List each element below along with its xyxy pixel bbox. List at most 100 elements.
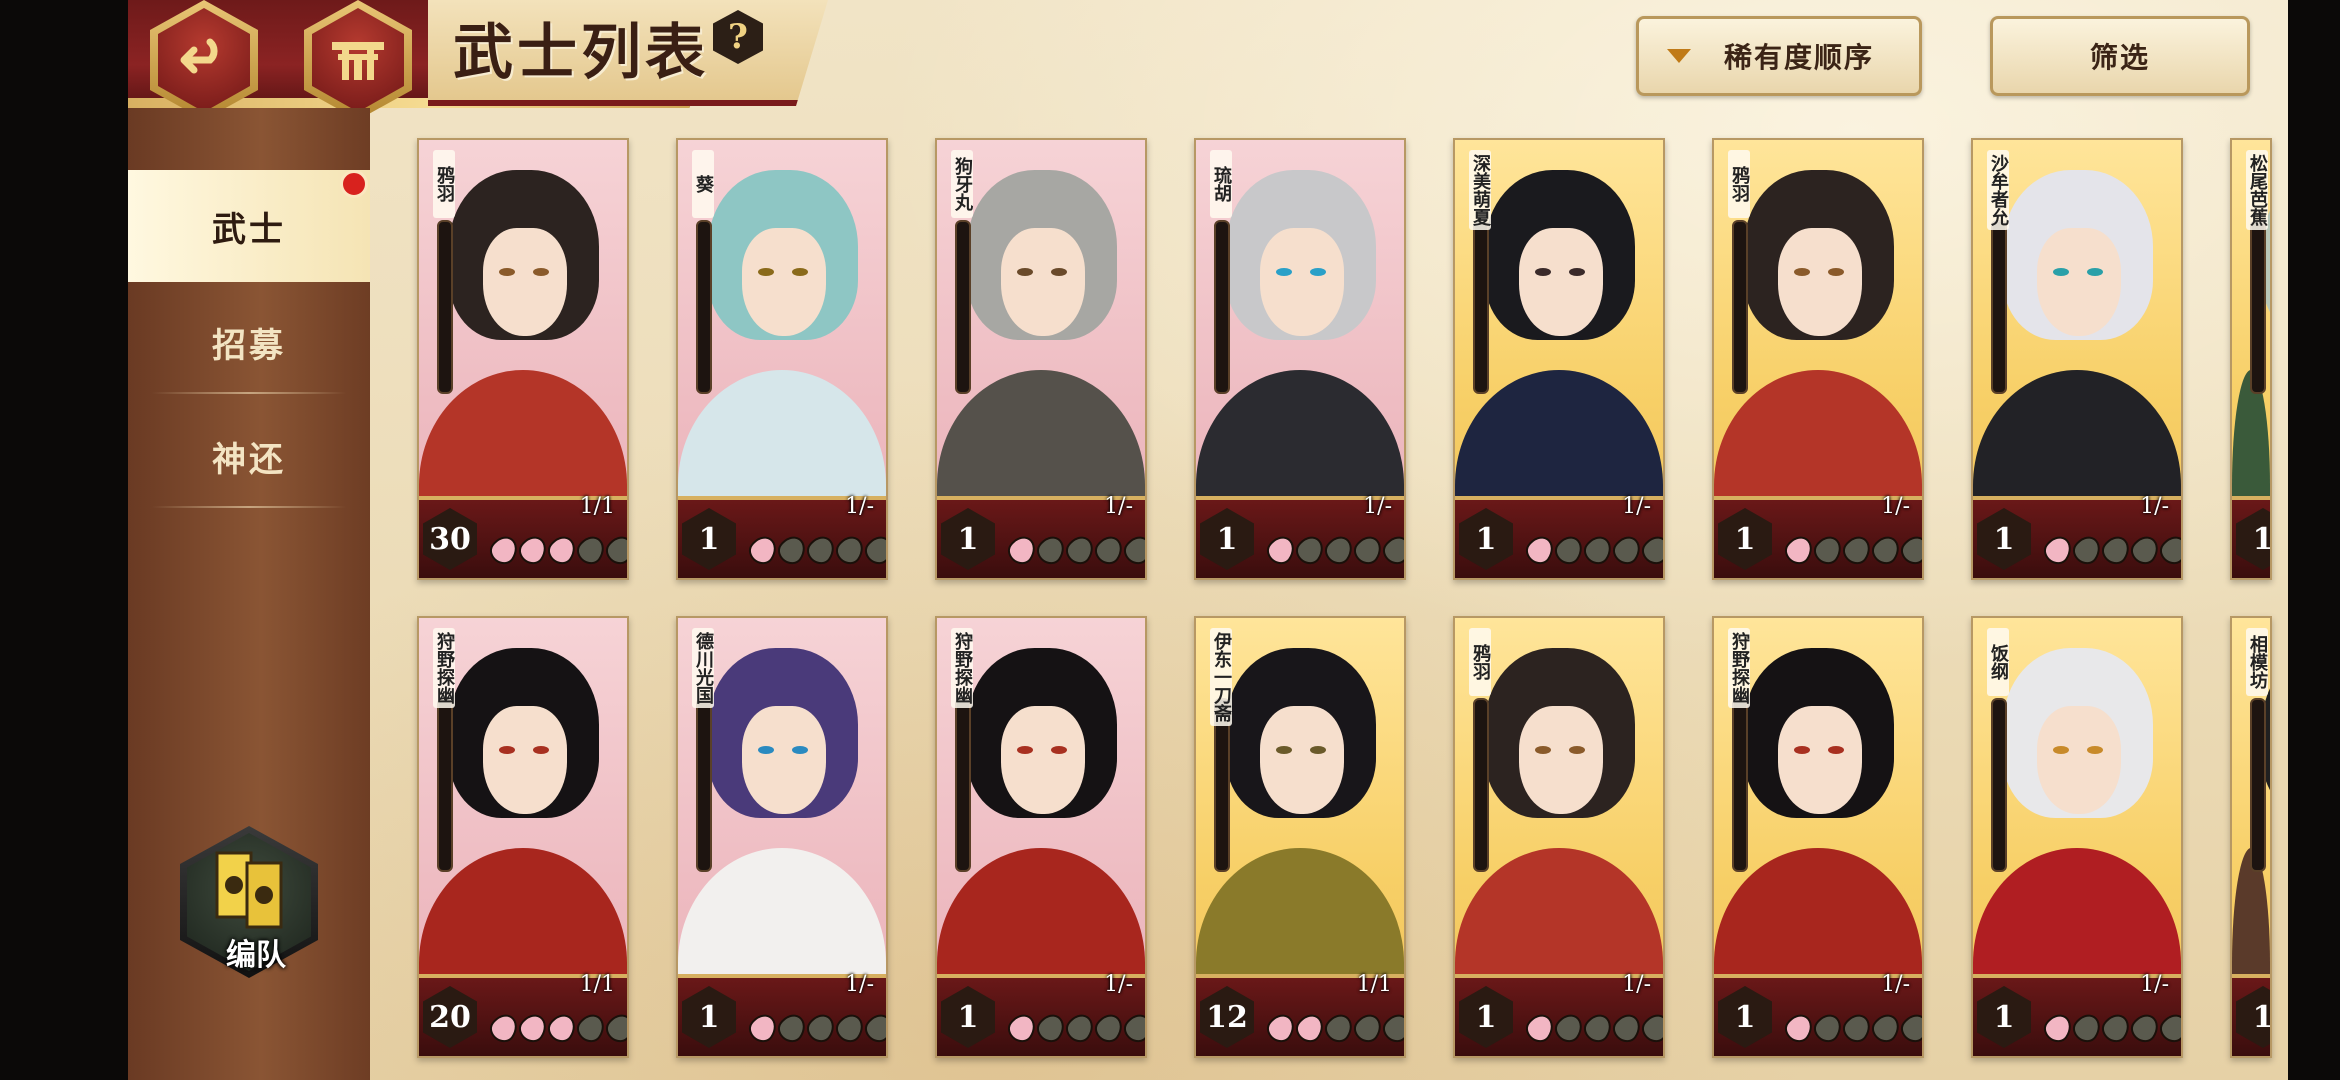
- rarity-petals: [485, 1009, 627, 1047]
- petal-icon: [802, 1009, 840, 1047]
- portrait-face: [742, 228, 826, 336]
- level-badge: 20: [423, 986, 477, 1048]
- samurai-card[interactable]: 狩野探幽 20 1/1: [417, 616, 629, 1058]
- torii-gate-icon: [332, 42, 384, 80]
- petal-icon: [802, 531, 840, 569]
- portrait-eye: [1017, 746, 1033, 754]
- petal-icon: [2155, 531, 2181, 569]
- page-title: 武士列表: [453, 18, 709, 88]
- samurai-card[interactable]: 伊东一刀斋 12 1/1: [1194, 616, 1406, 1058]
- sort-label: 稀有度顺序: [1723, 41, 1874, 74]
- portrait-eye: [1051, 268, 1067, 276]
- portrait-eye: [1569, 268, 1585, 276]
- samurai-card[interactable]: 鸦羽 30 1/1: [417, 138, 629, 580]
- petal-icon: [860, 1009, 886, 1047]
- rarity-petals: [1780, 531, 1922, 569]
- rarity-petals: [485, 531, 627, 569]
- bond-gauge: [1732, 220, 1748, 394]
- back-arrow-icon: [180, 38, 218, 74]
- portrait-eye: [1276, 746, 1292, 754]
- petal-icon: [2068, 531, 2106, 569]
- petal-icon: [2097, 531, 2135, 569]
- portrait-face: [2037, 228, 2121, 336]
- portrait-eye: [792, 746, 808, 754]
- tab-recruit[interactable]: 招募: [128, 286, 370, 398]
- portrait-eye: [1794, 268, 1810, 276]
- portrait-eye: [1828, 746, 1844, 754]
- portrait-eye: [1310, 268, 1326, 276]
- tab-return[interactable]: 神还: [128, 400, 370, 512]
- petal-icon: [1838, 531, 1876, 569]
- petal-icon: [744, 1009, 782, 1047]
- tab-samurai[interactable]: 武士: [128, 170, 370, 282]
- rarity-petals: [744, 531, 886, 569]
- portrait-eye: [1569, 746, 1585, 754]
- petal-icon: [572, 531, 610, 569]
- portrait-face: [1519, 228, 1603, 336]
- petal-icon: [860, 531, 886, 569]
- level-badge: 1: [2236, 508, 2270, 570]
- portrait-eye: [499, 268, 515, 276]
- petal-icon: [514, 1009, 552, 1047]
- petal-icon: [1608, 1009, 1646, 1047]
- filter-button[interactable]: 筛选: [1990, 16, 2250, 96]
- samurai-card[interactable]: 饭纲 1 1/-: [1971, 616, 2183, 1058]
- petal-icon: [1291, 1009, 1329, 1047]
- portrait-face: [2037, 706, 2121, 814]
- owned-count: 1/1: [579, 972, 615, 997]
- petal-icon: [1061, 1009, 1099, 1047]
- owned-count: 1/1: [1356, 972, 1392, 997]
- petal-icon: [1262, 1009, 1300, 1047]
- bond-gauge: [1214, 220, 1230, 394]
- samurai-card[interactable]: 葵 1 1/-: [676, 138, 888, 580]
- petal-icon: [1579, 531, 1617, 569]
- bond-gauge: [696, 220, 712, 394]
- level-badge: 1: [1459, 508, 1513, 570]
- petal-icon: [1780, 1009, 1818, 1047]
- portrait-face: [1519, 706, 1603, 814]
- rarity-petals: [1262, 531, 1404, 569]
- rarity-petals: [1003, 1009, 1145, 1047]
- samurai-card[interactable]: 狩野探幽 1 1/-: [1712, 616, 1924, 1058]
- samurai-card[interactable]: 松尾芭蕉 1: [2230, 138, 2272, 580]
- petal-icon: [1061, 531, 1099, 569]
- level-badge: 1: [1459, 986, 1513, 1048]
- team-label: 编队: [226, 938, 286, 973]
- petal-icon: [601, 531, 627, 569]
- owned-count: 1/-: [1881, 494, 1910, 519]
- samurai-card[interactable]: 沙牟者允 1 1/-: [1971, 138, 2183, 580]
- level-badge: 1: [941, 508, 995, 570]
- petal-icon: [1119, 531, 1145, 569]
- bond-gauge: [955, 698, 971, 872]
- portrait-eye: [2087, 746, 2103, 754]
- petal-icon: [1550, 531, 1588, 569]
- samurai-card[interactable]: 琉胡 1 1/-: [1194, 138, 1406, 580]
- petal-icon: [485, 1009, 523, 1047]
- samurai-card[interactable]: 相模坊 1: [2230, 616, 2272, 1058]
- petal-icon: [1003, 531, 1041, 569]
- tab-label: 武士: [212, 209, 286, 250]
- samurai-card[interactable]: 鸦羽 1 1/-: [1712, 138, 1924, 580]
- level-badge: 1: [1718, 986, 1772, 1048]
- petal-icon: [2155, 1009, 2181, 1047]
- owned-count: 1/-: [2140, 494, 2169, 519]
- petal-icon: [2039, 1009, 2077, 1047]
- samurai-card[interactable]: 鸦羽 1 1/-: [1453, 616, 1665, 1058]
- owned-count: 1/-: [1104, 494, 1133, 519]
- samurai-card[interactable]: 狩野探幽 1 1/-: [935, 616, 1147, 1058]
- sort-button[interactable]: 稀有度顺序: [1636, 16, 1922, 96]
- samurai-card[interactable]: 狗牙丸 1 1/-: [935, 138, 1147, 580]
- bond-gauge: [437, 220, 453, 394]
- level-badge: 1: [1977, 986, 2031, 1048]
- samurai-name: 狩野探幽: [1728, 628, 1750, 708]
- sort-arrow-icon: [1667, 49, 1691, 63]
- portrait-eye: [1535, 746, 1551, 754]
- samurai-card[interactable]: 德川光国 1 1/-: [676, 616, 888, 1058]
- petal-icon: [1608, 531, 1646, 569]
- samurai-name: 沙牟者允: [1987, 150, 2009, 230]
- bond-gauge: [1991, 698, 2007, 872]
- rarity-petals: [1521, 1009, 1663, 1047]
- samurai-card[interactable]: 深美萌夏 1 1/-: [1453, 138, 1665, 580]
- samurai-name: 德川光国: [692, 628, 714, 708]
- bond-gauge: [2250, 698, 2266, 872]
